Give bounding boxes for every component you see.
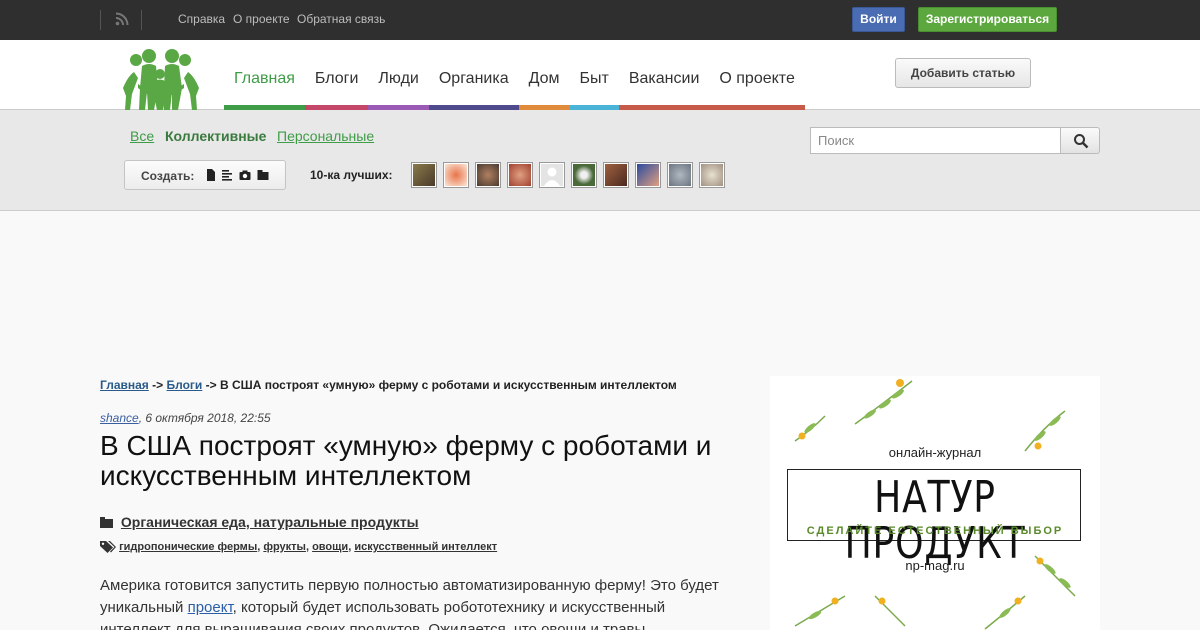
avatar[interactable] xyxy=(699,162,725,188)
breadcrumb-current: В США построят «умную» ферму с роботами … xyxy=(220,378,677,392)
nav-label: О проекте xyxy=(719,70,795,87)
category-link[interactable]: Органическая еда, натуральные продукты xyxy=(121,514,419,530)
leaf-decoration-icon xyxy=(794,595,846,627)
filter-personal[interactable]: Персональные xyxy=(277,128,374,144)
tag-link[interactable]: овощи xyxy=(312,541,348,553)
nav-item-about[interactable]: О проекте xyxy=(709,40,805,110)
top10-label: 10-ка лучших: xyxy=(310,168,393,182)
login-button[interactable]: Войти xyxy=(852,7,905,32)
feedback-link[interactable]: Обратная связь xyxy=(297,12,385,26)
ad-slogan: СДЕЛАЙТЕ ЕСТЕСТВЕННЫЙ ВЫБОР xyxy=(806,525,1064,537)
nav-label: Органика xyxy=(438,70,509,87)
nav-item-blogs[interactable]: Блоги xyxy=(304,40,369,110)
tag-link[interactable]: фрукты xyxy=(263,541,306,553)
search-button[interactable] xyxy=(1060,127,1100,154)
leaf-decoration-icon xyxy=(794,415,826,442)
nav-label: Дом xyxy=(528,70,560,87)
ad-banner[interactable]: онлайн-журнал НАТУР ПРОДУКТ СДЕЛАЙТЕ ЕСТ… xyxy=(770,376,1100,630)
avatar[interactable] xyxy=(571,162,597,188)
create-folder-icon[interactable] xyxy=(257,169,269,181)
article-body: Америка готовится запустить первую полно… xyxy=(100,575,725,630)
main-nav: Главная Блоги Люди Органика Дом Быт Вака… xyxy=(224,40,805,110)
nav-item-vacancies[interactable]: Вакансии xyxy=(618,40,710,110)
nav-item-organic[interactable]: Органика xyxy=(428,40,519,110)
create-photo-icon[interactable] xyxy=(239,169,251,181)
ad-url: np-mag.ru xyxy=(905,558,965,573)
top-bar: Справка О проекте Обратная связь Войти З… xyxy=(0,0,1200,40)
breadcrumb-separator: -> xyxy=(152,378,164,392)
tag-link[interactable]: гидропонические фермы xyxy=(119,541,257,553)
breadcrumb-blogs[interactable]: Блоги xyxy=(167,378,203,392)
family-logo-icon[interactable] xyxy=(120,48,202,110)
nav-item-people[interactable]: Люди xyxy=(368,40,429,110)
avatar[interactable] xyxy=(507,162,533,188)
create-text-icon[interactable] xyxy=(221,169,233,181)
site-header: Главная Блоги Люди Органика Дом Быт Вака… xyxy=(0,40,1200,110)
create-label: Создать: xyxy=(141,169,195,183)
article-category: Органическая еда, натуральные продукты xyxy=(100,514,419,530)
article-title: В США построят «умную» ферму с роботами … xyxy=(100,430,712,491)
avatar[interactable] xyxy=(475,162,501,188)
nav-label: Вакансии xyxy=(628,70,700,87)
leaf-decoration-icon xyxy=(874,595,906,627)
nav-label: Блоги xyxy=(314,70,359,87)
tag-link[interactable]: искусственный интеллект xyxy=(354,541,497,553)
create-toolbar: Создать: xyxy=(124,160,286,190)
avatar[interactable] xyxy=(603,162,629,188)
sub-bar: Все Коллективные Персональные Поиск Созд… xyxy=(0,110,1200,211)
leaf-decoration-icon xyxy=(984,595,1026,630)
search-icon xyxy=(1074,134,1089,149)
about-link[interactable]: О проекте xyxy=(233,12,290,26)
divider xyxy=(141,10,142,30)
nav-item-home[interactable]: Главная xyxy=(224,40,305,110)
breadcrumb: Главная -> Блоги -> В США построят «умну… xyxy=(100,378,677,392)
tags-icon xyxy=(100,541,116,553)
ad-subtitle: онлайн-журнал xyxy=(888,445,982,460)
avatar[interactable] xyxy=(443,162,469,188)
rss-icon[interactable] xyxy=(115,12,129,26)
nav-label: Главная xyxy=(234,70,295,87)
nav-item-home-living[interactable]: Дом xyxy=(518,40,570,110)
nav-label: Люди xyxy=(378,70,419,87)
divider xyxy=(100,10,101,30)
article-tags: гидропонические фермы, фрукты, овощи, ис… xyxy=(100,540,497,553)
add-article-button[interactable]: Добавить статью xyxy=(895,58,1031,88)
breadcrumb-separator: -> xyxy=(205,378,217,392)
avatar[interactable] xyxy=(411,162,437,188)
help-link[interactable]: Справка xyxy=(178,12,225,26)
avatar[interactable] xyxy=(635,162,661,188)
filter-collective[interactable]: Коллективные xyxy=(165,128,266,144)
leaf-decoration-icon xyxy=(854,379,913,425)
avatar[interactable] xyxy=(539,162,565,188)
project-link[interactable]: проект xyxy=(188,599,233,616)
create-document-icon[interactable] xyxy=(205,169,217,181)
author-link[interactable]: shance xyxy=(100,411,139,425)
folder-icon xyxy=(100,517,113,528)
default-avatar-icon xyxy=(544,167,560,186)
search-input[interactable]: Поиск xyxy=(810,127,1061,154)
filter-all[interactable]: Все xyxy=(130,128,154,144)
ad-logo-frame: НАТУР ПРОДУКТ СДЕЛАЙТЕ ЕСТЕСТВЕННЫЙ ВЫБО… xyxy=(787,469,1081,567)
nav-item-household[interactable]: Быт xyxy=(569,40,619,110)
article-date: , 6 октября 2018, 22:55 xyxy=(138,411,271,425)
avatar[interactable] xyxy=(667,162,693,188)
register-button[interactable]: Зарегистрироваться xyxy=(918,7,1057,32)
ad-brand: НАТУР ПРОДУКТ xyxy=(844,472,1026,569)
nav-label: Быт xyxy=(579,70,609,87)
article-meta: shance, 6 октября 2018, 22:55 xyxy=(100,411,271,425)
breadcrumb-home[interactable]: Главная xyxy=(100,378,149,392)
